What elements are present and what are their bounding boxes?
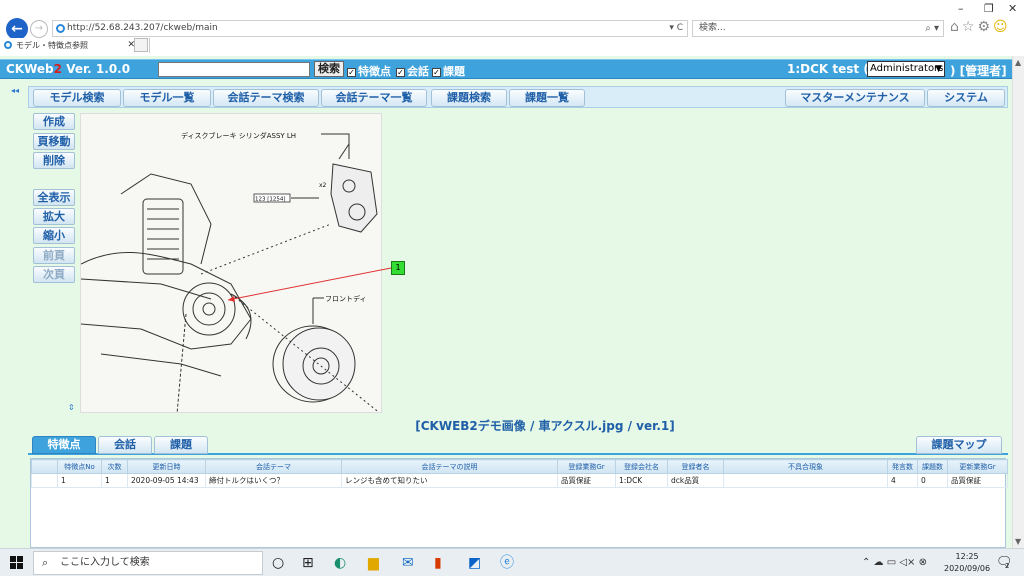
image-caption: [CKWEB2デモ画像 / 車アクスル.jpg / ver.1]	[415, 419, 675, 433]
tab-title: モデル・特徴点参照	[16, 41, 88, 50]
grid-header-row: 特徴点No 次数 更新日時 会話テーマ 会話テーマの説明 登録業務Gr 登録会社…	[31, 459, 1008, 474]
column-header[interactable]: 登録業務Gr	[557, 459, 616, 474]
column-header[interactable]: 登録会社名	[615, 459, 668, 474]
notification-count: 2	[1005, 562, 1010, 570]
column-header[interactable]: 課題数	[917, 459, 948, 474]
tab-ie-icon	[4, 41, 12, 49]
clock-time: 12:25	[955, 552, 979, 561]
refresh-icon[interactable]: ▾ C	[669, 21, 683, 36]
table-cell: 締付トルクはいくつ？	[205, 473, 342, 488]
address-url: http://52.68.243.207/ckweb/main	[67, 23, 218, 33]
table-cell: 1	[101, 473, 128, 488]
maximize-button[interactable]: ❐	[984, 2, 994, 15]
table-cell: レンジも含めて知りたい	[341, 473, 558, 488]
table-cell: 2020-09-05 14:43	[127, 473, 206, 488]
close-window-button[interactable]: ✕	[1008, 2, 1017, 15]
table-cell: 0	[917, 473, 948, 488]
browser-toolbar-icons: ⌂☆⚙☺	[950, 19, 1011, 35]
table-cell: 1:DCK	[615, 473, 668, 488]
ie-taskbar-icon[interactable]: ⓔ	[500, 554, 514, 572]
table-cell: 品質保証	[557, 473, 616, 488]
table-cell: 品質保証	[947, 473, 1008, 488]
column-header[interactable]: 不具合現象	[723, 459, 888, 474]
browser-tab[interactable]: モデル・特徴点参照 ✕	[0, 38, 150, 53]
search-icon[interactable]: ⌕ ▾	[925, 21, 939, 36]
browser-search-placeholder: 検索...	[699, 23, 726, 33]
address-bar[interactable]: http://52.68.243.207/ckweb/main ▾ C	[52, 20, 688, 37]
clock-date: 2020/09/06	[944, 564, 991, 573]
scroll-down-icon[interactable]: ▼	[1015, 537, 1021, 546]
windows-start-icon[interactable]	[10, 556, 23, 569]
file-explorer-icon[interactable]: ▆	[368, 554, 379, 572]
column-header[interactable]: 発言数	[887, 459, 918, 474]
tab-feature[interactable]: 特徴点	[32, 436, 96, 454]
browser-search-field[interactable]: 検索... ⌕ ▾	[692, 20, 944, 37]
column-header[interactable]: 次数	[101, 459, 128, 474]
feature-marker[interactable]: 1	[391, 261, 405, 275]
edge-icon[interactable]: ◐	[334, 554, 346, 572]
minimize-button[interactable]: –	[958, 2, 964, 15]
bottom-tabbar: 特徴点 会話 課題 課題マップ	[28, 435, 1008, 455]
page-scrollbar[interactable]: ▲ ▼	[1012, 56, 1024, 548]
feature-grid: 特徴点No 次数 更新日時 会話テーマ 会話テーマの説明 登録業務Gr 登録会社…	[30, 458, 1008, 548]
column-header[interactable]: 会話テーマの説明	[341, 459, 558, 474]
column-header[interactable]: 更新業務Gr	[947, 459, 1008, 474]
ie-logo-icon	[56, 24, 65, 33]
column-header[interactable]: 特徴点No	[57, 459, 102, 474]
outlook-icon[interactable]: ◩	[468, 554, 481, 572]
issue-map-button[interactable]: 課題マップ	[916, 436, 1002, 454]
browser-chrome: – ❐ ✕ ← → http://52.68.243.207/ckweb/mai…	[0, 0, 1024, 56]
column-header[interactable]: 会話テーマ	[205, 459, 342, 474]
office-icon[interactable]: ▮	[434, 554, 442, 572]
column-header[interactable]	[31, 459, 58, 474]
column-header[interactable]: 更新日時	[127, 459, 206, 474]
scroll-up-icon[interactable]: ▲	[1015, 58, 1021, 67]
star-icon[interactable]: ☆	[962, 19, 978, 35]
taskbar-search-text: ここに入力して検索	[60, 557, 150, 568]
column-header[interactable]: 登録者名	[667, 459, 724, 474]
table-cell: 4	[887, 473, 918, 488]
forward-arrow-icon[interactable]: →	[30, 20, 48, 38]
system-tray-icons[interactable]: ⌃ ☁ ▭ ◁× ⊗	[862, 557, 927, 568]
table-row[interactable]: 1 1 2020-09-05 14:43 締付トルクはいくつ？ レンジも含めて知…	[31, 473, 1008, 488]
table-cell: 1	[57, 473, 102, 488]
windows-taskbar: ⌕ ここに入力して検索 ○ ⊞ ◐ ▆ ✉ ▮ ◩ ⓔ ⌃ ☁ ▭ ◁× ⊗ 1…	[0, 548, 1024, 576]
home-icon[interactable]: ⌂	[950, 19, 962, 35]
tab-issue[interactable]: 課題	[154, 436, 208, 454]
new-tab-button[interactable]	[134, 38, 148, 52]
smiley-icon[interactable]: ☺	[993, 19, 1011, 35]
cortana-icon[interactable]: ○	[272, 554, 284, 572]
task-view-icon[interactable]: ⊞	[302, 554, 314, 572]
search-icon: ⌕	[42, 556, 49, 569]
table-cell: dck品質	[667, 473, 724, 488]
mail-icon[interactable]: ✉	[402, 554, 414, 572]
back-arrow-icon[interactable]: ←	[6, 18, 28, 40]
table-cell	[31, 473, 58, 488]
app-area: CKWeb2 Ver. 1.0.0 検索 ✓ 特徴点 ✓ 会話 ✓ 課題 1:DCK …	[0, 56, 1012, 548]
clock[interactable]: 12:25 2020/09/06	[944, 551, 990, 575]
gear-icon[interactable]: ⚙	[977, 19, 993, 35]
tab-conversation[interactable]: 会話	[98, 436, 152, 454]
table-cell	[723, 473, 888, 488]
taskbar-search[interactable]: ⌕ ここに入力して検索	[33, 551, 263, 575]
